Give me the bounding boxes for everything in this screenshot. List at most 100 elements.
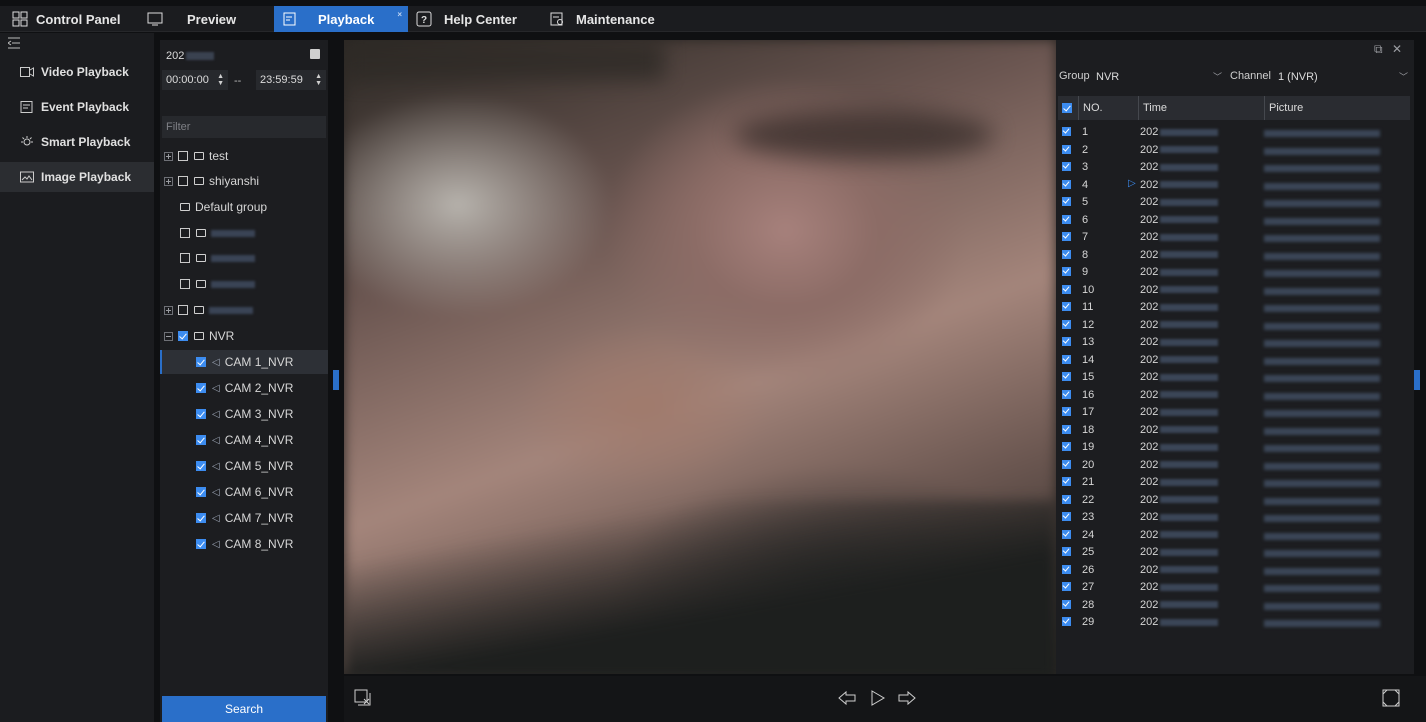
checkbox-checked[interactable]: [196, 435, 206, 445]
end-time-input[interactable]: 23:59:59 ▲ ▼: [256, 70, 326, 90]
tree-node-device[interactable]: [180, 272, 255, 296]
checkbox-checked[interactable]: [196, 487, 206, 497]
date-field[interactable]: 202: [166, 50, 215, 62]
table-row[interactable]: 7 202: [1058, 229, 1410, 247]
row-checkbox[interactable]: [1062, 127, 1071, 136]
checkbox[interactable]: [180, 228, 190, 238]
tree-node-cam[interactable]: ◁ CAM 5_NVR: [196, 454, 293, 478]
table-row[interactable]: 1 202: [1058, 124, 1410, 142]
checkbox-checked[interactable]: [196, 513, 206, 523]
menu-collapse-icon[interactable]: [8, 37, 20, 49]
sidebar-item-image-playback[interactable]: Image Playback: [0, 162, 154, 192]
calendar-icon[interactable]: [310, 49, 320, 59]
row-checkbox[interactable]: [1062, 599, 1071, 609]
column-header-no[interactable]: NO.: [1078, 96, 1138, 120]
tab-help-center[interactable]: ? Help Center: [416, 6, 517, 32]
tab-close-icon[interactable]: ×: [397, 10, 402, 19]
table-row[interactable]: 16 202: [1058, 387, 1410, 405]
tab-control-panel[interactable]: Control Panel: [12, 6, 121, 32]
channel-select[interactable]: 1 (NVR) ﹀: [1278, 67, 1412, 87]
row-checkbox[interactable]: [1062, 284, 1071, 294]
checkbox[interactable]: [178, 305, 188, 315]
row-checkbox[interactable]: [1062, 407, 1071, 416]
row-checkbox[interactable]: [1062, 442, 1071, 451]
checkbox[interactable]: [178, 176, 188, 186]
row-checkbox[interactable]: [1062, 564, 1071, 574]
table-row[interactable]: 22 202: [1058, 492, 1410, 510]
checkbox-checked[interactable]: [196, 357, 206, 367]
row-checkbox[interactable]: [1062, 337, 1071, 346]
row-checkbox[interactable]: [1062, 617, 1071, 626]
table-row[interactable]: 19 202: [1058, 439, 1410, 457]
tree-node-device[interactable]: [180, 246, 255, 270]
play-icon[interactable]: [866, 687, 888, 709]
tree-node-group[interactable]: [164, 298, 253, 322]
table-row[interactable]: 13 202: [1058, 334, 1410, 352]
row-checkbox[interactable]: [1062, 179, 1071, 189]
group-select[interactable]: NVR ﹀: [1096, 67, 1226, 87]
row-checkbox[interactable]: [1062, 372, 1071, 381]
tab-playback[interactable]: Playback ×: [274, 6, 408, 32]
checkbox-checked[interactable]: [196, 383, 206, 393]
fullscreen-icon[interactable]: [1380, 687, 1402, 709]
checkbox-checked[interactable]: [196, 409, 206, 419]
select-all-checkbox[interactable]: [1062, 103, 1072, 113]
table-row[interactable]: 14 202: [1058, 352, 1410, 370]
row-checkbox[interactable]: [1062, 319, 1071, 329]
tree-node-nvr[interactable]: NVR: [164, 324, 234, 348]
sidebar-item-video-playback[interactable]: Video Playback: [0, 57, 154, 87]
expand-icon[interactable]: [164, 176, 173, 186]
restore-icon[interactable]: ⧉: [1374, 42, 1388, 56]
tree-node-cam[interactable]: ◁ CAM 7_NVR: [196, 506, 293, 530]
table-row[interactable]: 24 202: [1058, 527, 1410, 545]
sidebar-item-smart-playback[interactable]: Smart Playback: [0, 127, 154, 157]
tab-preview[interactable]: Preview: [147, 6, 236, 32]
collapse-icon[interactable]: [164, 331, 173, 341]
table-row[interactable]: 2 202: [1058, 142, 1410, 160]
row-checkbox[interactable]: [1062, 249, 1071, 259]
row-checkbox[interactable]: [1062, 547, 1071, 556]
table-row[interactable]: 27 202: [1058, 579, 1410, 597]
clear-image-icon[interactable]: [352, 687, 374, 709]
table-row[interactable]: 4 ▷ 202: [1058, 177, 1410, 195]
row-checkbox[interactable]: [1062, 424, 1071, 434]
table-row[interactable]: 8 202: [1058, 247, 1410, 265]
table-row[interactable]: 21 202: [1058, 474, 1410, 492]
row-checkbox[interactable]: [1062, 389, 1071, 399]
time-stepper-icon[interactable]: ▲ ▼: [315, 73, 322, 87]
row-checkbox[interactable]: [1062, 354, 1071, 364]
table-row[interactable]: 3 202: [1058, 159, 1410, 177]
filter-input[interactable]: Filter: [162, 116, 326, 138]
tree-node-cam[interactable]: ◁ CAM 4_NVR: [196, 428, 293, 452]
sidebar-item-event-playback[interactable]: Event Playback: [0, 92, 154, 122]
table-row[interactable]: 28 202: [1058, 597, 1410, 615]
row-checkbox[interactable]: [1062, 512, 1071, 521]
table-row[interactable]: 17 202: [1058, 404, 1410, 422]
row-checkbox[interactable]: [1062, 162, 1071, 171]
row-checkbox[interactable]: [1062, 302, 1071, 311]
table-row[interactable]: 6 202: [1058, 212, 1410, 230]
table-row[interactable]: 29 202: [1058, 614, 1410, 632]
table-row[interactable]: 9 202: [1058, 264, 1410, 282]
table-row[interactable]: 15 202: [1058, 369, 1410, 387]
search-button[interactable]: Search: [162, 696, 326, 722]
table-row[interactable]: 12 202: [1058, 317, 1410, 335]
collapse-left-handle[interactable]: [333, 370, 339, 390]
row-checkbox[interactable]: [1062, 459, 1071, 469]
row-checkbox[interactable]: [1062, 197, 1071, 206]
tree-node-test[interactable]: test: [164, 144, 228, 168]
previous-icon[interactable]: [836, 687, 858, 709]
row-checkbox[interactable]: [1062, 529, 1071, 539]
table-row[interactable]: 26 202: [1058, 562, 1410, 580]
table-row[interactable]: 5 202: [1058, 194, 1410, 212]
checkbox[interactable]: [178, 151, 188, 161]
row-checkbox[interactable]: [1062, 494, 1071, 504]
table-row[interactable]: 11 202: [1058, 299, 1410, 317]
tree-node-cam[interactable]: ◁ CAM 2_NVR: [196, 376, 293, 400]
tree-node-device[interactable]: [180, 221, 255, 245]
row-checkbox[interactable]: [1062, 232, 1071, 241]
expand-icon[interactable]: [164, 305, 173, 315]
table-row[interactable]: 20 202: [1058, 457, 1410, 475]
expand-icon[interactable]: [164, 151, 173, 161]
checkbox-checked[interactable]: [196, 539, 206, 549]
